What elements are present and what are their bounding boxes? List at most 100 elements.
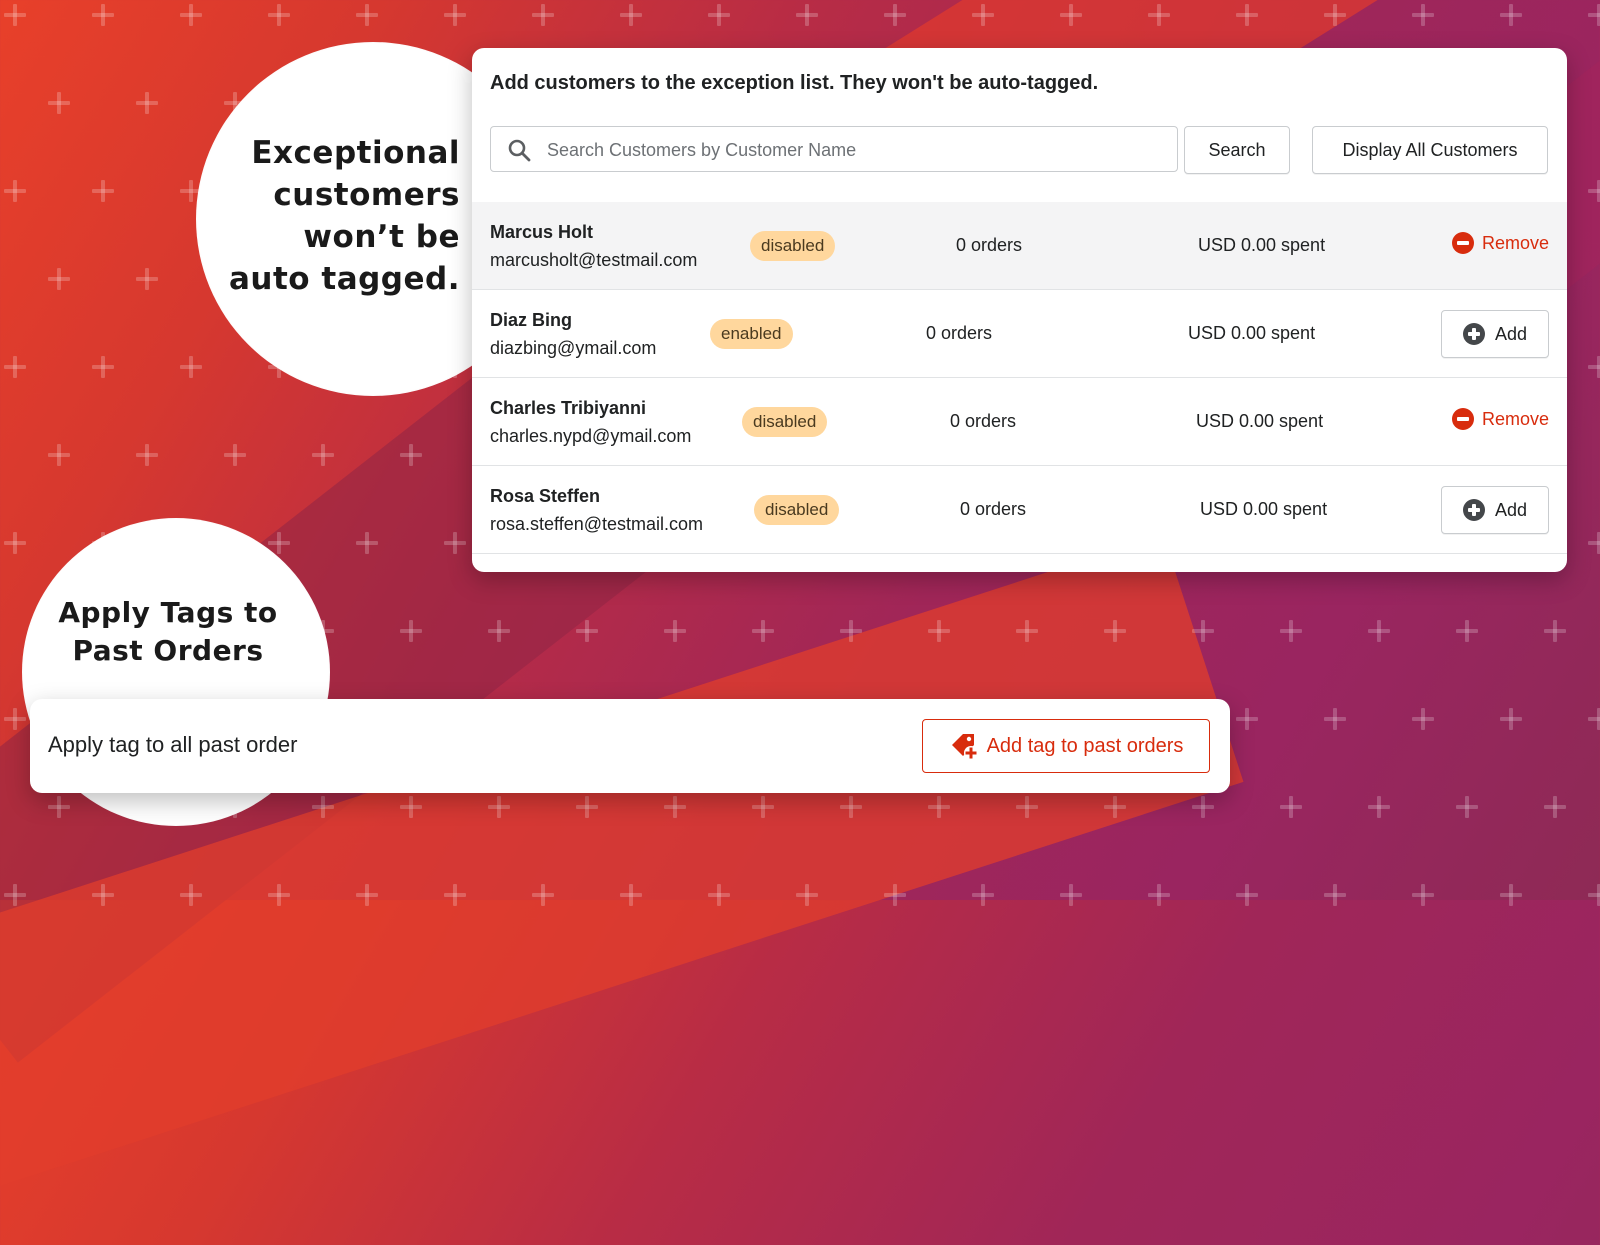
remove-label: Remove xyxy=(1481,232,1549,253)
callout-text-apply-tags: Apply Tags to Past Orders xyxy=(58,596,278,667)
minus-circle-icon xyxy=(1451,408,1474,430)
search-icon xyxy=(508,139,531,162)
plus-decoration xyxy=(136,92,158,114)
remove-button[interactable]: Remove xyxy=(1451,232,1549,254)
customer-orders: 0 orders xyxy=(956,235,1023,255)
customer-spent: USD 0.00 spent xyxy=(1198,235,1326,255)
past-orders-label: Apply tag to all past order xyxy=(48,732,298,757)
plus-decoration xyxy=(180,4,202,26)
plus-decoration xyxy=(4,708,26,730)
plus-decoration xyxy=(356,4,378,26)
plus-decoration xyxy=(1588,884,1600,906)
plus-decoration xyxy=(1500,4,1522,26)
plus-decoration xyxy=(4,4,26,26)
customer-name: Charles Tribiyanni xyxy=(490,398,647,418)
plus-decoration xyxy=(664,620,686,642)
plus-decoration xyxy=(92,4,114,26)
plus-circle-icon xyxy=(1462,323,1485,345)
status-badge: disabled xyxy=(750,231,836,261)
plus-decoration xyxy=(1236,708,1258,730)
plus-decoration xyxy=(1324,708,1346,730)
plus-decoration xyxy=(1588,4,1600,26)
customer-name: Rosa Steffen xyxy=(490,486,601,506)
plus-decoration xyxy=(1544,796,1566,818)
plus-decoration xyxy=(1588,356,1600,378)
customer-spent: USD 0.00 spent xyxy=(1196,411,1324,431)
customer-orders: 0 orders xyxy=(960,499,1027,519)
plus-decoration xyxy=(1588,532,1600,554)
plus-decoration xyxy=(1500,708,1522,730)
add-button[interactable]: Add xyxy=(1441,486,1549,534)
plus-decoration xyxy=(1236,884,1258,906)
plus-decoration xyxy=(268,4,290,26)
add-label: Add xyxy=(1494,499,1528,520)
customer-email: marcusholt@testmail.com xyxy=(490,250,698,270)
search-box[interactable] xyxy=(490,126,1178,173)
plus-decoration xyxy=(1588,708,1600,730)
customer-spent: USD 0.00 spent xyxy=(1188,323,1316,343)
past-orders-card: Apply tag to all past order Add tag to p… xyxy=(30,699,1230,793)
display-all-customers-button[interactable]: Display All Customers xyxy=(1312,126,1548,174)
customer-row: Marcus Holt marcusholt@testmail.com disa… xyxy=(472,202,1567,290)
remove-button[interactable]: Remove xyxy=(1451,408,1549,430)
plus-decoration xyxy=(1368,620,1390,642)
plus-decoration xyxy=(1500,884,1522,906)
status-badge: enabled xyxy=(710,319,793,349)
add-label: Add xyxy=(1494,323,1528,344)
plus-decoration xyxy=(1456,796,1478,818)
plus-decoration xyxy=(92,356,114,378)
plus-decoration xyxy=(1280,796,1302,818)
plus-decoration xyxy=(312,444,334,466)
add-tag-to-past-orders-button[interactable]: Add tag to past orders xyxy=(922,719,1210,773)
plus-decoration xyxy=(708,4,730,26)
plus-decoration xyxy=(1192,796,1214,818)
plus-decoration xyxy=(4,180,26,202)
plus-decoration xyxy=(1060,884,1082,906)
plus-decoration xyxy=(1368,796,1390,818)
plus-circle-icon xyxy=(1462,499,1485,521)
plus-decoration xyxy=(1412,4,1434,26)
add-tag-label: Add tag to past orders xyxy=(986,734,1184,757)
plus-decoration xyxy=(884,4,906,26)
plus-decoration xyxy=(532,4,554,26)
search-button[interactable]: Search xyxy=(1184,126,1290,174)
customer-orders: 0 orders xyxy=(926,323,993,343)
plus-decoration xyxy=(4,356,26,378)
plus-decoration xyxy=(1412,708,1434,730)
customer-row: Rosa Steffen rosa.steffen@testmail.com d… xyxy=(472,466,1567,554)
plus-decoration xyxy=(1456,620,1478,642)
customer-row: Diaz Bing diazbing@ymail.com enabled 0 o… xyxy=(472,290,1567,378)
add-button[interactable]: Add xyxy=(1441,310,1549,358)
customer-email: diazbing@ymail.com xyxy=(490,338,657,358)
plus-decoration xyxy=(1324,884,1346,906)
plus-decoration xyxy=(92,180,114,202)
exception-list-card: Add customers to the exception list. The… xyxy=(472,48,1567,572)
card-title: Add customers to the exception list. The… xyxy=(490,72,1099,94)
tag-plus-icon xyxy=(951,734,978,760)
plus-decoration xyxy=(620,4,642,26)
plus-decoration xyxy=(1544,620,1566,642)
plus-decoration xyxy=(4,532,26,554)
plus-decoration xyxy=(136,268,158,290)
plus-decoration xyxy=(48,92,70,114)
plus-decoration xyxy=(48,444,70,466)
plus-decoration xyxy=(224,444,246,466)
plus-decoration xyxy=(972,884,994,906)
plus-decoration xyxy=(180,356,202,378)
customer-spent: USD 0.00 spent xyxy=(1200,499,1328,519)
plus-decoration xyxy=(752,620,774,642)
plus-decoration xyxy=(796,4,818,26)
customer-row: Charles Tribiyanni charles.nypd@ymail.co… xyxy=(472,378,1567,466)
search-input[interactable] xyxy=(545,127,1169,173)
plus-decoration xyxy=(1412,884,1434,906)
status-badge: disabled xyxy=(742,407,828,437)
status-badge: disabled xyxy=(754,495,840,525)
plus-decoration xyxy=(1148,884,1170,906)
plus-decoration xyxy=(1280,620,1302,642)
callout-text-exceptional: Exceptional customers won’t be auto tagg… xyxy=(228,135,460,297)
customer-name: Diaz Bing xyxy=(490,310,573,330)
plus-decoration xyxy=(444,4,466,26)
customer-orders: 0 orders xyxy=(950,411,1017,431)
minus-circle-icon xyxy=(1451,232,1474,254)
customer-email: charles.nypd@ymail.com xyxy=(490,426,692,446)
